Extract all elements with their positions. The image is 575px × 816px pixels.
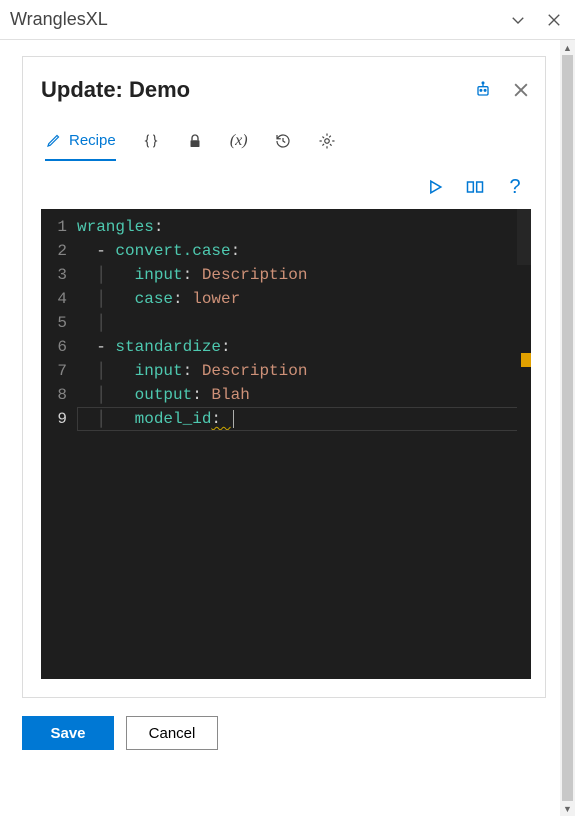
editor-gutter: 123456789 bbox=[41, 209, 77, 679]
code-line[interactable]: │ model_id: bbox=[77, 407, 531, 431]
pane-title-bar: WranglesXL bbox=[0, 0, 575, 40]
close-icon[interactable] bbox=[511, 80, 531, 100]
code-line[interactable]: │ input: Description bbox=[77, 263, 531, 287]
tab-history[interactable] bbox=[274, 132, 292, 160]
tab-recipe[interactable]: Recipe bbox=[45, 131, 116, 161]
code-line[interactable]: - convert.case: bbox=[77, 239, 531, 263]
editor-code[interactable]: wrangles: - convert.case: │ input: Descr… bbox=[77, 209, 531, 679]
tab-lock[interactable] bbox=[186, 132, 204, 160]
robot-icon[interactable] bbox=[473, 80, 493, 100]
line-number: 5 bbox=[41, 311, 67, 335]
minimap-thumb[interactable] bbox=[517, 209, 531, 265]
tab-label: Recipe bbox=[69, 132, 116, 149]
gear-icon bbox=[318, 132, 336, 150]
help-icon[interactable]: ? bbox=[505, 177, 525, 197]
tab-row: Recipe (x) bbox=[41, 131, 531, 161]
line-number: 3 bbox=[41, 263, 67, 287]
scroll-down-icon[interactable]: ▼ bbox=[560, 801, 575, 816]
chevron-down-icon[interactable] bbox=[509, 11, 527, 29]
variable-icon: (x) bbox=[230, 132, 248, 150]
line-number: 1 bbox=[41, 215, 67, 239]
main-card: Update: Demo Re bbox=[22, 56, 546, 698]
close-pane-icon[interactable] bbox=[545, 11, 563, 29]
pane-scrollbar[interactable]: ▲ ▼ bbox=[560, 40, 575, 816]
editor-minimap[interactable] bbox=[517, 209, 531, 679]
line-number: 4 bbox=[41, 287, 67, 311]
scroll-thumb[interactable] bbox=[562, 55, 573, 801]
cancel-button[interactable]: Cancel bbox=[126, 716, 218, 750]
code-line[interactable]: │ case: lower bbox=[77, 287, 531, 311]
run-icon[interactable] bbox=[425, 177, 445, 197]
tab-variable[interactable]: (x) bbox=[230, 132, 248, 160]
code-line[interactable]: │ bbox=[77, 311, 531, 335]
lock-icon bbox=[186, 132, 204, 150]
tab-settings[interactable] bbox=[318, 132, 336, 160]
layout-icon[interactable] bbox=[465, 177, 485, 197]
line-number: 8 bbox=[41, 383, 67, 407]
code-editor[interactable]: 123456789 wrangles: - convert.case: │ in… bbox=[41, 209, 531, 679]
pane-title: WranglesXL bbox=[10, 9, 108, 30]
code-line[interactable]: │ output: Blah bbox=[77, 383, 531, 407]
braces-icon bbox=[142, 132, 160, 150]
tab-braces[interactable] bbox=[142, 132, 160, 160]
code-line[interactable]: │ input: Description bbox=[77, 359, 531, 383]
history-icon bbox=[274, 132, 292, 150]
code-line[interactable]: wrangles: bbox=[77, 215, 531, 239]
line-number: 9 bbox=[41, 407, 67, 431]
editor-action-row: ? bbox=[41, 167, 531, 209]
code-line[interactable]: - standardize: bbox=[77, 335, 531, 359]
button-row: Save Cancel bbox=[22, 716, 546, 750]
scroll-up-icon[interactable]: ▲ bbox=[560, 40, 575, 55]
line-number: 7 bbox=[41, 359, 67, 383]
pencil-icon bbox=[45, 131, 63, 149]
line-number: 2 bbox=[41, 239, 67, 263]
page-title: Update: Demo bbox=[41, 77, 190, 103]
save-button[interactable]: Save bbox=[22, 716, 114, 750]
minimap-warning-marker bbox=[521, 353, 531, 367]
line-number: 6 bbox=[41, 335, 67, 359]
